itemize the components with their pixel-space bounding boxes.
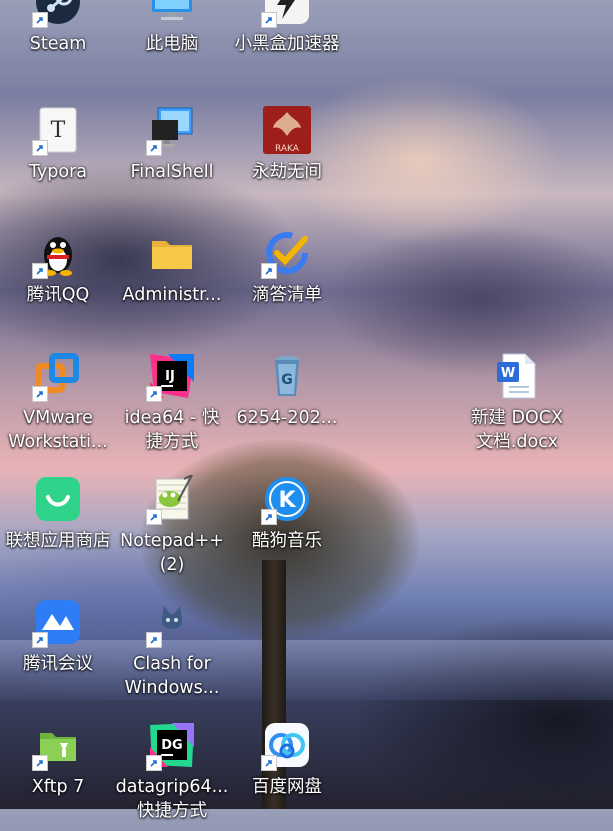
- shortcut-arrow-icon: [32, 12, 48, 28]
- desktop-icon-6254-archive[interactable]: G 6254-202...: [229, 352, 345, 462]
- desktop-icon-kugou-music[interactable]: K 酷狗音乐: [229, 475, 345, 585]
- svg-text:G: G: [281, 372, 293, 388]
- desktop-icon-typora[interactable]: T Typora: [0, 106, 116, 216]
- desktop-icon-label: Clash for Windows...: [124, 654, 220, 698]
- desktop-icon-lenovo-app-store[interactable]: 联想应用商店: [0, 475, 116, 585]
- recycle-archive-icon: G: [263, 352, 311, 400]
- desktop-icon-label: 腾讯会议: [23, 654, 93, 674]
- xftp-icon: [32, 721, 82, 771]
- this-pc-icon: [148, 0, 196, 26]
- svg-text:W: W: [501, 366, 515, 381]
- steam-icon: [32, 0, 82, 28]
- desktop-icon-label: 滴答清单: [252, 285, 322, 305]
- desktop-icon-label: Administr...: [122, 285, 222, 305]
- clash-icon: [146, 598, 196, 648]
- desktop-icon-heybox-accelerator[interactable]: 小黑盒加速器: [229, 0, 345, 88]
- svg-text:T: T: [51, 118, 66, 143]
- folder-icon: [148, 229, 196, 277]
- desktop-icon-tencent-meeting[interactable]: 腾讯会议: [0, 598, 116, 708]
- desktop-icon-naraka[interactable]: RAKA 永劫无间: [229, 106, 345, 216]
- desktop-icon-xftp[interactable]: Xftp 7: [0, 721, 116, 831]
- tencent-meeting-icon: [32, 598, 82, 648]
- desktop-icon-baidu-netdisk[interactable]: 百度网盘: [229, 721, 345, 831]
- word-document-icon: W: [493, 352, 541, 400]
- desktop-icon-qq[interactable]: 腾讯QQ: [0, 229, 116, 339]
- shortcut-arrow-icon: [146, 509, 162, 525]
- desktop-icon-label: Typora: [28, 162, 88, 182]
- desktop-icon-label: Steam: [29, 34, 87, 54]
- shortcut-arrow-icon: [146, 632, 162, 648]
- heybox-accelerator-icon: [261, 0, 311, 28]
- svg-text:IJ: IJ: [165, 369, 175, 384]
- shortcut-arrow-icon: [146, 386, 162, 402]
- shortcut-arrow-icon: [32, 632, 48, 648]
- desktop-icon-label: 联想应用商店: [5, 531, 111, 551]
- desktop-icon-steam[interactable]: Steam: [0, 0, 116, 88]
- desktop-icon-label: 6254-202...: [236, 408, 338, 428]
- ticktick-icon: [261, 229, 311, 279]
- svg-text:RAKA: RAKA: [275, 144, 300, 154]
- svg-text:DG: DG: [161, 738, 182, 753]
- shortcut-arrow-icon: [32, 263, 48, 279]
- shortcut-arrow-icon: [261, 509, 277, 525]
- desktop-icon-label: 小黑盒加速器: [234, 34, 340, 54]
- notepad-plus-plus-icon: [146, 475, 196, 525]
- shortcut-arrow-icon: [146, 140, 162, 156]
- shortcut-arrow-icon: [261, 263, 277, 279]
- desktop-icon-datagrip[interactable]: DG datagrip64... 快捷方式: [114, 721, 230, 831]
- lenovo-app-store-icon: [34, 475, 82, 523]
- desktop-icon-clash-for-windows[interactable]: Clash for Windows...: [114, 598, 230, 708]
- shortcut-arrow-icon: [261, 755, 277, 771]
- desktop-icon-label: datagrip64... 快捷方式: [115, 777, 229, 821]
- kugou-music-icon: K: [261, 475, 311, 525]
- desktop-icon-intellij-idea[interactable]: IJ idea64 - 快 捷方式: [114, 352, 230, 462]
- desktop-icon-label: Xftp 7: [31, 777, 85, 797]
- desktop-icon-label: 腾讯QQ: [26, 285, 90, 305]
- desktop-icon-label: VMware Workstati...: [8, 408, 108, 452]
- desktop-icon-label: Notepad++ (2): [120, 531, 224, 575]
- desktop-icon-new-docx[interactable]: W 新建 DOCX 文档.docx: [459, 352, 575, 462]
- shortcut-arrow-icon: [32, 140, 48, 156]
- desktop-icon-administrator-folder[interactable]: Administr...: [114, 229, 230, 339]
- baidu-netdisk-icon: [261, 721, 311, 771]
- desktop-icon-label: 酷狗音乐: [252, 531, 322, 551]
- desktop-icon-this-pc[interactable]: 此电脑: [114, 0, 230, 88]
- desktop-icon-label: 此电脑: [145, 34, 199, 54]
- shortcut-arrow-icon: [261, 12, 277, 28]
- shortcut-arrow-icon: [32, 755, 48, 771]
- typora-icon: T: [32, 106, 82, 156]
- desktop-icon-ticktick[interactable]: 滴答清单: [229, 229, 345, 339]
- finalshell-icon: [146, 106, 196, 156]
- desktop-icon-finalshell[interactable]: FinalShell: [114, 106, 230, 216]
- datagrip-icon: DG: [146, 721, 196, 771]
- shortcut-arrow-icon: [32, 386, 48, 402]
- vmware-icon: [32, 352, 82, 402]
- desktop-icon-label: 永劫无间: [252, 162, 322, 182]
- desktop-icon-label: idea64 - 快 捷方式: [124, 408, 220, 452]
- desktop-icon-notepad-plus-plus[interactable]: Notepad++ (2): [114, 475, 230, 585]
- intellij-idea-icon: IJ: [146, 352, 196, 402]
- naraka-icon: RAKA: [263, 106, 311, 154]
- desktop-icon-label: 新建 DOCX 文档.docx: [470, 408, 564, 452]
- desktop-icon-label: 百度网盘: [252, 777, 322, 797]
- desktop-icon-vmware[interactable]: VMware Workstati...: [0, 352, 116, 462]
- shortcut-arrow-icon: [146, 755, 162, 771]
- svg-text:K: K: [278, 488, 296, 513]
- desktop-icon-label: FinalShell: [130, 162, 214, 182]
- qq-icon: [32, 229, 82, 279]
